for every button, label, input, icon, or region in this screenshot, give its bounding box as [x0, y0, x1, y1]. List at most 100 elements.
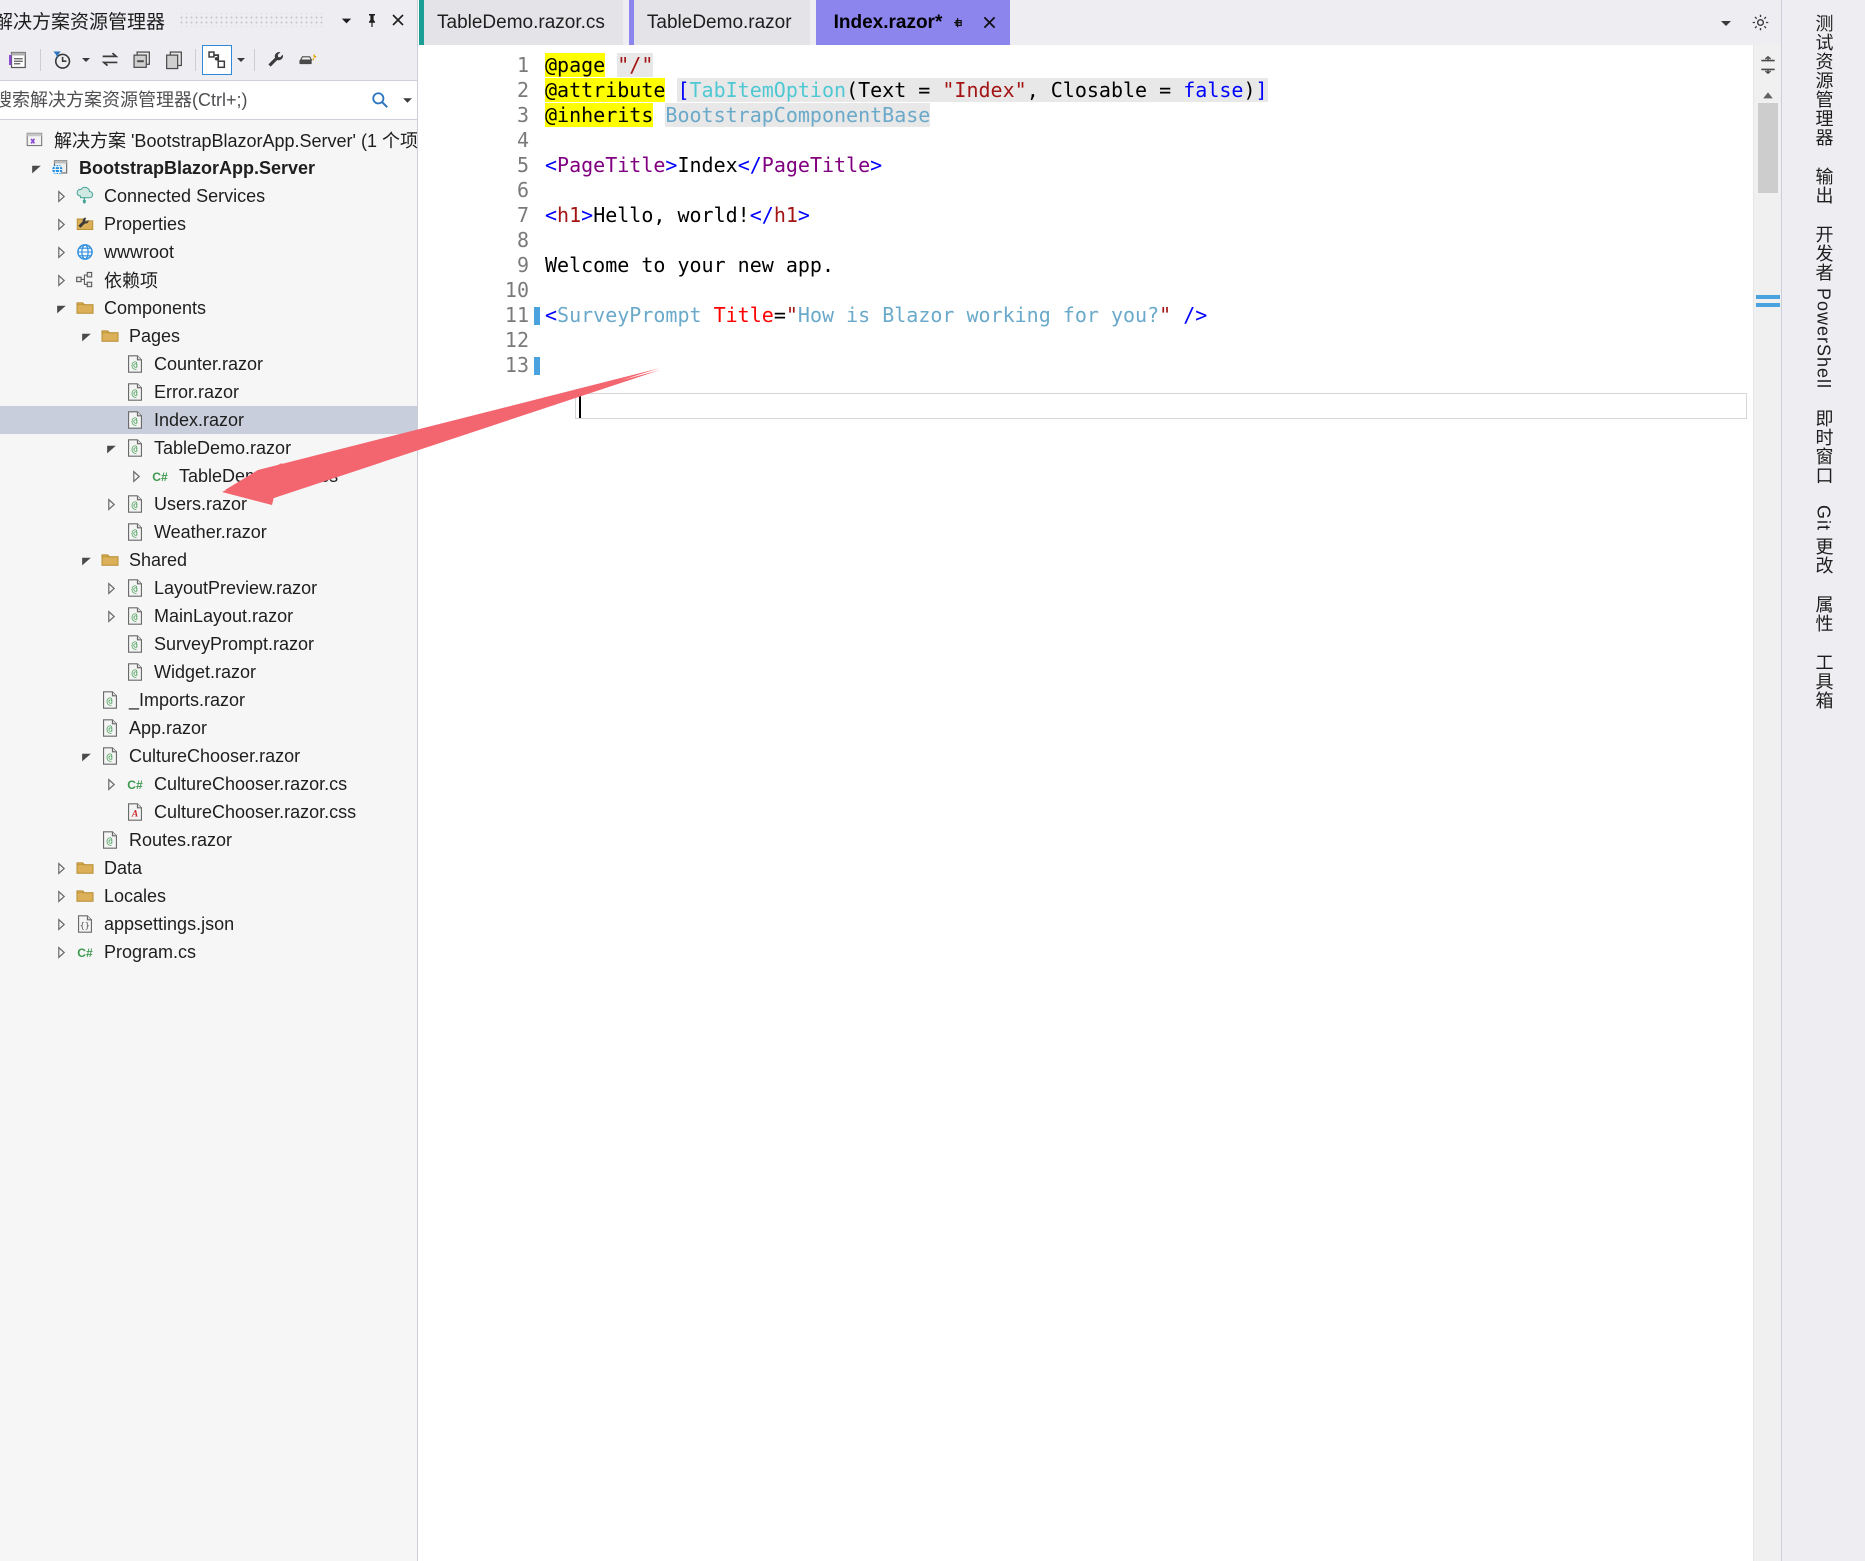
tree-item[interactable]: @ MainLayout.razor — [0, 602, 417, 630]
tree-item[interactable]: @ Users.razor — [0, 490, 417, 518]
tree-item[interactable]: @ CultureChooser.razor — [0, 742, 417, 770]
expand-arrow-closed-icon[interactable] — [50, 938, 72, 966]
tree-item[interactable]: Shared — [0, 546, 417, 574]
search-icon[interactable] — [363, 90, 397, 110]
preview-selected-items-icon[interactable] — [202, 45, 232, 75]
tree-item[interactable]: 解决方案 'BootstrapBlazorApp.Server' (1 个项目 — [0, 126, 417, 154]
tree-item[interactable]: @ Counter.razor — [0, 350, 417, 378]
tree-item[interactable]: Pages — [0, 322, 417, 350]
tab-close-icon[interactable] — [976, 10, 1002, 36]
tree-item[interactable]: C# CultureChooser.razor.cs — [0, 770, 417, 798]
expand-arrow-closed-icon[interactable] — [50, 210, 72, 238]
expand-arrow-open-icon[interactable] — [75, 742, 97, 770]
expand-arrow-closed-icon[interactable] — [50, 266, 72, 294]
tree-item[interactable]: @ LayoutPreview.razor — [0, 574, 417, 602]
tree-item[interactable]: A CultureChooser.razor.css — [0, 798, 417, 826]
tree-item[interactable]: 依赖项 — [0, 266, 417, 294]
svg-text:@: @ — [132, 360, 138, 371]
dock-tab[interactable]: 测试资源管理器 — [1805, 4, 1843, 157]
code-line[interactable] — [545, 328, 1781, 353]
dock-tab[interactable]: 工具箱 — [1805, 643, 1843, 720]
tab-pin-icon[interactable] — [946, 10, 972, 36]
code-line[interactable]: Welcome to your new app. — [545, 253, 1781, 278]
tree-item[interactable]: @ Routes.razor — [0, 826, 417, 854]
editor-vertical-scrollbar[interactable] — [1753, 45, 1781, 1561]
tree-item[interactable]: BootstrapBlazorApp.Server — [0, 154, 417, 182]
home-icon[interactable] — [293, 45, 323, 75]
dock-tab[interactable]: Git 更改 — [1805, 495, 1843, 585]
expand-arrow-closed-icon[interactable] — [50, 182, 72, 210]
tree-item[interactable]: C# Program.cs — [0, 938, 417, 966]
wrench-properties-icon[interactable] — [261, 45, 291, 75]
tree-item[interactable]: Locales — [0, 882, 417, 910]
code-line[interactable] — [545, 278, 1781, 303]
code-editor[interactable]: 1 2 3 4 5 6 7 8 9 10 11 12 13 @page "/" @attribute [T… — [419, 45, 1781, 1561]
tree-item[interactable]: @ SurveyPrompt.razor — [0, 630, 417, 658]
search-input[interactable] — [0, 89, 363, 111]
expand-arrow-closed-icon[interactable] — [125, 462, 147, 490]
code-line[interactable] — [545, 178, 1781, 203]
code-text[interactable]: @page "/" @attribute [TabItemOption(Text … — [545, 45, 1781, 1561]
tree-item[interactable]: Components — [0, 294, 417, 322]
expand-arrow-closed-icon[interactable] — [50, 854, 72, 882]
tree-item[interactable]: Data — [0, 854, 417, 882]
tree-item[interactable]: @ App.razor — [0, 714, 417, 742]
pending-changes-dropdown-icon[interactable] — [79, 45, 93, 75]
pin-icon[interactable] — [359, 7, 385, 33]
expand-arrow-open-icon[interactable] — [100, 434, 122, 462]
dock-tab[interactable]: 属性 — [1805, 585, 1843, 643]
expand-arrow-closed-icon[interactable] — [50, 238, 72, 266]
expand-arrow-open-icon[interactable] — [75, 322, 97, 350]
expand-arrow-closed-icon[interactable] — [100, 490, 122, 518]
pending-changes-filter-icon[interactable] — [47, 45, 77, 75]
tree-item[interactable]: @ Widget.razor — [0, 658, 417, 686]
editor-tab[interactable]: TableDemo.razor — [628, 0, 810, 45]
show-all-files-icon[interactable] — [159, 45, 189, 75]
expand-arrow-open-icon[interactable] — [50, 294, 72, 322]
drag-handle-dots[interactable] — [179, 13, 323, 27]
code-line[interactable]: <SurveyPrompt Title="How is Blazor worki… — [545, 303, 1781, 328]
dock-tab[interactable]: 输出 — [1805, 157, 1843, 215]
tree-item[interactable]: Properties — [0, 210, 417, 238]
tree-item[interactable]: Connected Services — [0, 182, 417, 210]
sync-with-active-document-icon[interactable] — [95, 45, 125, 75]
tree-item[interactable]: @ Error.razor — [0, 378, 417, 406]
tree-item[interactable]: @ _Imports.razor — [0, 686, 417, 714]
tree-item[interactable]: C# TableDemo.razor.cs — [0, 462, 417, 490]
code-line[interactable]: <h1>Hello, world!</h1> — [545, 203, 1781, 228]
solution-tree[interactable]: 解决方案 'BootstrapBlazorApp.Server' (1 个项目 B… — [0, 120, 417, 1561]
tab-list-dropdown-icon[interactable] — [1713, 10, 1739, 36]
expand-arrow-closed-icon[interactable] — [100, 602, 122, 630]
expand-arrow-closed-icon[interactable] — [100, 770, 122, 798]
code-line[interactable]: @attribute [TabItemOption(Text = "Index"… — [545, 78, 1781, 103]
code-line[interactable] — [545, 128, 1781, 153]
tree-item[interactable]: @ Weather.razor — [0, 518, 417, 546]
code-line[interactable] — [545, 353, 1781, 378]
tree-item[interactable]: @ TableDemo.razor — [0, 434, 417, 462]
expand-arrow-closed-icon[interactable] — [50, 882, 72, 910]
tree-item[interactable]: {} appsettings.json — [0, 910, 417, 938]
split-view-icon[interactable] — [1754, 45, 1781, 85]
tree-item[interactable]: wwwroot — [0, 238, 417, 266]
search-dropdown-icon[interactable] — [397, 95, 417, 106]
editor-tab[interactable]: TableDemo.razor.cs — [419, 0, 623, 45]
preview-dropdown-icon[interactable] — [234, 45, 248, 75]
code-line[interactable]: @page "/" — [545, 53, 1781, 78]
dock-tab[interactable]: 开发者 PowerShell — [1805, 215, 1843, 399]
dock-tab[interactable]: 即时窗口 — [1805, 399, 1843, 495]
scrollbar-thumb[interactable] — [1758, 103, 1778, 193]
code-line[interactable]: @inherits BootstrapComponentBase — [545, 103, 1781, 128]
properties-window-icon[interactable] — [4, 45, 34, 75]
editor-tab[interactable]: Index.razor* — [815, 0, 1011, 45]
code-line[interactable] — [545, 228, 1781, 253]
expand-arrow-closed-icon[interactable] — [100, 574, 122, 602]
expand-arrow-open-icon[interactable] — [25, 154, 47, 182]
code-line[interactable]: <PageTitle>Index</PageTitle> — [545, 153, 1781, 178]
collapse-all-icon[interactable] — [127, 45, 157, 75]
panel-dropdown-icon[interactable] — [333, 7, 359, 33]
tree-item[interactable]: @ Index.razor — [0, 406, 417, 434]
close-icon[interactable] — [385, 7, 411, 33]
expand-arrow-closed-icon[interactable] — [50, 910, 72, 938]
gear-icon[interactable] — [1747, 10, 1773, 36]
expand-arrow-open-icon[interactable] — [75, 546, 97, 574]
